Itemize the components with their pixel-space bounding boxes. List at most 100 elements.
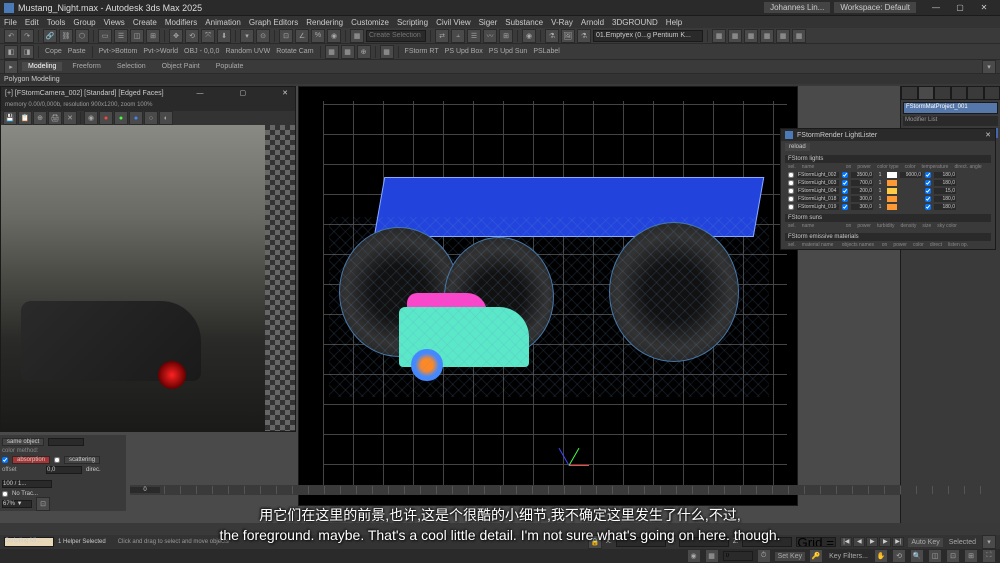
menu-edit[interactable]: Edit: [25, 18, 39, 27]
render-max-icon[interactable]: ▢: [237, 89, 250, 97]
pvt-bottom-button[interactable]: Pvt->Bottom: [97, 48, 140, 55]
light-colortype-field[interactable]: 1: [876, 172, 884, 178]
ribbon-toggle-icon[interactable]: ▸: [4, 60, 18, 74]
render-rgb-icon[interactable]: ◉: [84, 111, 98, 125]
tb-a4[interactable]: ▦: [760, 29, 774, 43]
link-icon[interactable]: 🔗: [43, 29, 57, 43]
percent-field[interactable]: 67% ▼: [2, 500, 32, 508]
mirror-icon[interactable]: ⇄: [435, 29, 449, 43]
menu-create[interactable]: Create: [133, 18, 157, 27]
light-color-swatch[interactable]: [887, 180, 897, 186]
ribbon-tab-selection[interactable]: Selection: [111, 62, 152, 71]
light-power-field[interactable]: 300,0: [851, 204, 873, 210]
render-min-icon[interactable]: —: [194, 90, 207, 97]
render-image-viewport[interactable]: [1, 125, 295, 431]
menu-siger[interactable]: Siger: [479, 18, 498, 27]
menu-3dground[interactable]: 3DGROUND: [612, 18, 658, 27]
random-uvw-button[interactable]: Random UVW: [223, 48, 272, 55]
render-copy-icon[interactable]: 📋: [18, 111, 32, 125]
menu-grapheditors[interactable]: Graph Editors: [249, 18, 298, 27]
light-direct-checkbox[interactable]: [925, 180, 931, 186]
menu-tools[interactable]: Tools: [47, 18, 66, 27]
render-close-icon[interactable]: ✕: [279, 89, 291, 97]
render-icon[interactable]: ⚗: [577, 29, 591, 43]
nav-zoomext-icon[interactable]: ⊡: [946, 549, 960, 563]
nav-zoom-icon[interactable]: 🔍: [910, 549, 924, 563]
light-power-field[interactable]: 200,0: [851, 188, 873, 194]
render-b-icon[interactable]: ●: [129, 111, 143, 125]
align-icon[interactable]: ⫠: [451, 29, 465, 43]
tab-hierarchy-icon[interactable]: [934, 86, 951, 100]
spinner-snap-icon[interactable]: ◉: [327, 29, 341, 43]
setkey-button[interactable]: Set Key: [775, 552, 806, 561]
scattering-button[interactable]: scattering: [64, 456, 100, 464]
rotate-cam-button[interactable]: Rotate Cam: [274, 48, 315, 55]
z-coord-field[interactable]: [742, 537, 792, 547]
light-sel-checkbox[interactable]: [788, 188, 794, 194]
ribbon-tab-populate[interactable]: Populate: [210, 62, 250, 71]
minimize-button[interactable]: —: [924, 3, 948, 12]
light-color-swatch[interactable]: [887, 172, 897, 178]
tab-motion-icon[interactable]: [951, 86, 968, 100]
tb2-g1[interactable]: ▦: [325, 45, 339, 59]
truck-mesh[interactable]: [374, 177, 765, 237]
schematic-icon[interactable]: ⊞: [499, 29, 513, 43]
y-coord-field[interactable]: [679, 537, 729, 547]
selected-label[interactable]: Selected: [947, 539, 978, 546]
tab-modify-icon[interactable]: [918, 86, 935, 100]
bind-icon[interactable]: ⬡: [75, 29, 89, 43]
light-sel-checkbox[interactable]: [788, 180, 794, 186]
perspective-viewport[interactable]: [298, 86, 798, 506]
pslabel-button[interactable]: PSLabel: [531, 48, 561, 55]
nav-min-max-icon[interactable]: ⛶: [982, 549, 996, 563]
redo-icon[interactable]: ↷: [20, 29, 34, 43]
light-sel-checkbox[interactable]: [788, 204, 794, 210]
nav-fov-icon[interactable]: ◫: [928, 549, 942, 563]
absorption-button[interactable]: absorption: [12, 456, 50, 464]
light-direct-checkbox[interactable]: [925, 188, 931, 194]
menu-rendering[interactable]: Rendering: [306, 18, 343, 27]
prev-frame-icon[interactable]: ◀: [853, 537, 865, 547]
light-color-swatch[interactable]: [887, 196, 897, 202]
render-clear-icon[interactable]: ✕: [63, 111, 77, 125]
render-preset-input[interactable]: [593, 30, 703, 42]
fstorm-rt-button[interactable]: FStorm RT: [403, 48, 441, 55]
window-crossing-icon[interactable]: ⊞: [146, 29, 160, 43]
light-temp-field[interactable]: 9000,0: [900, 172, 922, 178]
light-name-field[interactable]: FStormLight_018: [797, 196, 839, 202]
pivot-icon[interactable]: ⊙: [256, 29, 270, 43]
menu-animation[interactable]: Animation: [205, 18, 241, 27]
menu-arnold[interactable]: Arnold: [581, 18, 604, 27]
snap-icon[interactable]: ⊡: [279, 29, 293, 43]
scattering-checkbox[interactable]: [54, 457, 60, 463]
frame-indicator[interactable]: 0: [130, 487, 160, 493]
tb2-1[interactable]: ◧: [4, 45, 18, 59]
menu-modifiers[interactable]: Modifiers: [165, 18, 197, 27]
ribbon-tab-objectpaint[interactable]: Object Paint: [156, 62, 206, 71]
light-lister-close-icon[interactable]: ✕: [985, 131, 991, 139]
layer-icon[interactable]: ☰: [467, 29, 481, 43]
menu-vray[interactable]: V-Ray: [551, 18, 573, 27]
notrack-checkbox[interactable]: [2, 491, 8, 497]
ribbon-min-icon[interactable]: ▾: [982, 60, 996, 74]
light-direct-checkbox[interactable]: [925, 172, 931, 178]
emissive-section-header[interactable]: FStorm emissive materials: [785, 233, 991, 241]
nav-pan-icon[interactable]: ✋: [874, 549, 888, 563]
refcoord-icon[interactable]: ▾: [240, 29, 254, 43]
light-angle-field[interactable]: 180,0: [934, 204, 956, 210]
ps-upd-sun-button[interactable]: PS Upd Sun: [487, 48, 530, 55]
modifier-list-dropdown[interactable]: Modifier List: [903, 116, 998, 126]
obj-000-button[interactable]: OBJ - 0,0,0: [182, 48, 221, 55]
maximize-button[interactable]: ▢: [948, 3, 972, 12]
tb2-g2[interactable]: ▦: [341, 45, 355, 59]
light-angle-field[interactable]: 180,0: [934, 172, 956, 178]
light-on-checkbox[interactable]: [842, 196, 848, 202]
object-name-field[interactable]: FStormMatProject_001: [903, 102, 998, 114]
tb-a5[interactable]: ▦: [776, 29, 790, 43]
undo-icon[interactable]: ↶: [4, 29, 18, 43]
snap-set-icon[interactable]: ⊡: [36, 497, 50, 511]
keymode-icon[interactable]: ▾: [982, 535, 996, 549]
timeline[interactable]: 0: [130, 485, 1000, 495]
render-window-titlebar[interactable]: [+] [FStormCamera_002] [Standard] [Edged…: [1, 87, 295, 99]
light-power-field[interactable]: 300,0: [851, 196, 873, 202]
